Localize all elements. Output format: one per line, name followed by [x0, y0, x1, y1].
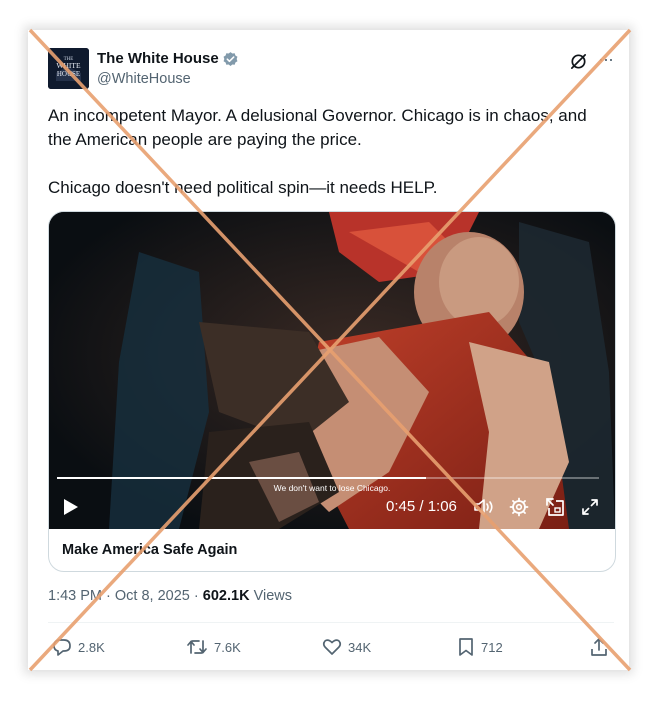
reply-button[interactable]: 2.8K	[52, 637, 105, 657]
divider	[48, 622, 614, 623]
like-button[interactable]: 34K	[322, 637, 371, 657]
tweet-time[interactable]: 1:43 PM	[48, 588, 102, 604]
repost-count: 7.6K	[214, 639, 241, 655]
fullscreen-icon[interactable]	[581, 498, 599, 516]
repost-icon	[187, 640, 207, 654]
avatar-text-2: WHITE	[56, 61, 81, 70]
views-count: 602.1K	[202, 588, 250, 604]
heart-icon	[322, 639, 342, 655]
video-player[interactable]: We don't want to lose Chicago. 0:45 / 1:…	[49, 212, 615, 529]
progress-fill	[57, 477, 426, 479]
reply-icon	[53, 639, 71, 656]
tweet-paragraph-1: An incompetent Mayor. A delusional Gover…	[48, 106, 587, 149]
repost-button[interactable]: 7.6K	[186, 637, 241, 657]
like-count: 34K	[348, 639, 372, 655]
author-name[interactable]: The White House	[97, 50, 219, 67]
video-frame	[49, 212, 615, 529]
tweet-text: An incompetent Mayor. A delusional Gover…	[48, 104, 613, 200]
meta-separator: ·	[193, 588, 199, 604]
bookmark-icon	[459, 638, 473, 656]
play-icon[interactable]	[63, 498, 79, 516]
volume-icon[interactable]	[473, 497, 495, 517]
progress-bar[interactable]	[57, 477, 599, 479]
author-handle[interactable]: @WhiteHouse	[97, 71, 191, 87]
avatar[interactable]: THE WHITE HOUSE	[48, 48, 89, 89]
tweet-meta: 1:43 PM · Oct 8, 2025 · 602.1K Views	[48, 588, 292, 604]
verified-badge-icon	[223, 52, 238, 66]
reply-count: 2.8K	[78, 639, 105, 655]
grok-icon[interactable]	[569, 52, 588, 71]
picture-in-picture-icon[interactable]	[545, 497, 565, 517]
settings-icon[interactable]	[509, 497, 529, 517]
avatar-text-3: HOUSE	[57, 70, 80, 78]
views-label: Views	[253, 588, 292, 604]
share-button[interactable]	[589, 637, 609, 657]
video-title[interactable]: Make America Safe Again	[62, 542, 237, 558]
bookmark-button[interactable]: 712	[457, 637, 503, 657]
tweet-paragraph-2: Chicago doesn't need political spin—it n…	[48, 178, 438, 197]
bookmark-count: 712	[481, 639, 503, 655]
tweet-card: THE WHITE HOUSE The White House @WhiteHo…	[28, 30, 629, 670]
share-icon	[591, 638, 607, 656]
tweet-date[interactable]: Oct 8, 2025	[115, 588, 190, 604]
meta-separator: ·	[106, 588, 111, 604]
video-time: 0:45 / 1:06	[386, 498, 457, 515]
video-card[interactable]: We don't want to lose Chicago. 0:45 / 1:…	[48, 211, 616, 572]
video-caption: We don't want to lose Chicago.	[273, 483, 391, 493]
more-options-icon[interactable]: ···	[598, 49, 614, 70]
